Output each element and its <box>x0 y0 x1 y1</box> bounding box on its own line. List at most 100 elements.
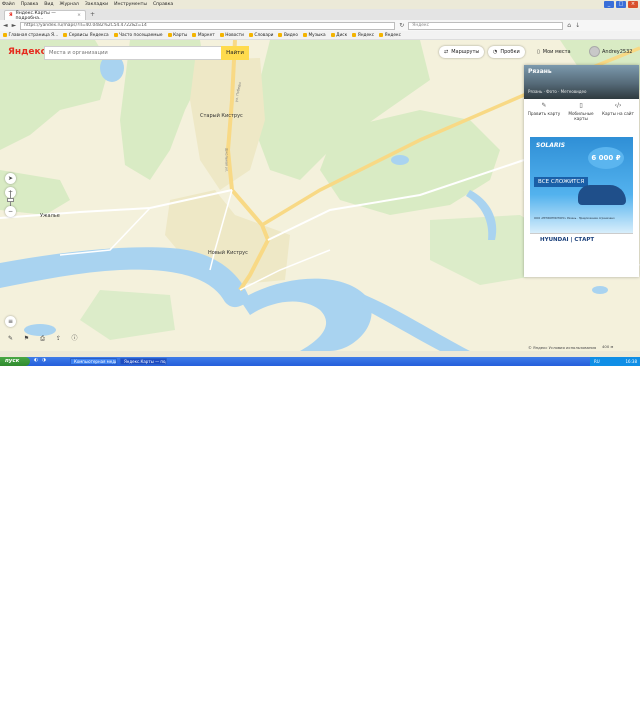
username: Andrey2532 <box>602 48 633 55</box>
routes-button[interactable]: ⇄ Маршруты <box>439 46 485 58</box>
minimize-button[interactable]: _ <box>604 1 614 8</box>
edit-map-link[interactable]: ✎ Править карту <box>526 102 562 116</box>
code-icon: ‹/› <box>614 102 622 109</box>
quick-launch-icon[interactable]: ◐ <box>34 358 38 363</box>
side-panel: Рязань Рязань · Фото · Метеовидео ✎ Прав… <box>524 65 639 277</box>
menu-history[interactable]: Журнал <box>60 2 79 7</box>
clock[interactable]: 16:38 <box>625 357 637 366</box>
map-canvas[interactable]: Старый Киструс Новый Киструс Ужалье Школ… <box>0 40 640 351</box>
bookmark-icon <box>219 33 224 37</box>
taskbar: пуск ◐ ◑ Компьютерная медици... Яндекс.К… <box>0 357 640 725</box>
bookmark-item[interactable]: Новости <box>219 33 244 38</box>
ad-price: 6 000 ₽ <box>588 147 624 169</box>
mobile-maps-link[interactable]: ▯ Мобильные карты <box>563 102 599 121</box>
menu-view[interactable]: Вид <box>44 2 53 7</box>
zoom-out-button[interactable]: − <box>5 206 16 217</box>
bookmark-icon <box>352 33 357 37</box>
bookmark-icon <box>278 33 283 37</box>
bookmark-item[interactable]: Словари <box>248 33 273 38</box>
yandex-logo[interactable]: Яндекс <box>8 47 46 57</box>
start-button[interactable]: пуск <box>0 357 30 366</box>
panel-tools: ✎ Править карту ▯ Мобильные карты ‹/› Ка… <box>524 102 639 128</box>
ruler-icon[interactable]: ✎ <box>5 333 16 344</box>
close-window-button[interactable]: × <box>628 1 638 8</box>
system-tray: RU 16:38 <box>590 357 640 366</box>
reload-icon[interactable]: ↻ <box>399 22 404 29</box>
maximize-button[interactable]: □ <box>616 1 626 8</box>
menu-help[interactable]: Справка <box>153 2 173 7</box>
locate-icon[interactable]: ➤ <box>5 173 16 184</box>
tab-bar: Я Яндекс.Карты — подробна... × + <box>0 9 640 21</box>
bookmark-item[interactable]: Яндекс <box>379 33 401 38</box>
zoom-handle[interactable] <box>7 198 14 202</box>
map-search-box: Найти <box>44 46 249 60</box>
route-icon: ⇄ <box>444 49 449 55</box>
web-search-field[interactable]: Яндекс <box>408 21 564 30</box>
bookmark-icon <box>248 33 253 37</box>
bookmark-icon <box>167 33 172 37</box>
bookmark-item[interactable]: Часто посещаемые <box>113 33 163 38</box>
navigation-bar: ◄ ► https://yandex.ru/maps/?ll=40.0482%2… <box>0 20 640 31</box>
edit-icon: ✎ <box>541 102 547 109</box>
ad-model: SOLARIS <box>536 142 566 149</box>
menu-edit[interactable]: Правка <box>21 2 38 7</box>
bookmark-item[interactable]: Видео <box>278 33 298 38</box>
my-places-button[interactable]: ▯ Мои места <box>532 46 576 58</box>
route-icon[interactable]: ⚑ <box>21 333 32 344</box>
watermark: BusinessesForSale <box>320 709 485 725</box>
tab-yandex-maps[interactable]: Я Яндекс.Карты — подробна... × <box>4 10 86 21</box>
bookmarks-bar: Главная страница Я... Сервисы Яндекса Ча… <box>0 31 640 40</box>
bookmark-item[interactable]: Яндекс <box>352 33 374 38</box>
home-icon[interactable]: ⌂ <box>567 22 571 29</box>
ad-fine-print: ООО «РЕГИОНМОТОРС» Рязань · Предложение … <box>534 217 615 220</box>
new-tab-icon[interactable]: + <box>90 11 95 18</box>
ad-brand[interactable]: HYUNDAI | СТАРТ <box>530 233 633 245</box>
download-icon[interactable]: ↓ <box>575 22 580 29</box>
menu-bar: Файл Правка Вид Журнал Закладки Инструме… <box>0 0 640 9</box>
place-label-uzhalye[interactable]: Ужалье <box>40 213 60 219</box>
bookmark-icon <box>192 33 197 37</box>
address-field[interactable]: https://yandex.ru/maps/?ll=40.0482%2C54.… <box>20 21 396 30</box>
advertisement-banner[interactable]: SOLARIS 6 000 ₽ ВСЕ СЛОЖИТСЯ ООО «РЕГИОН… <box>530 137 633 233</box>
bookmark-item[interactable]: Музыка <box>302 33 326 38</box>
print-icon[interactable]: ⎙ <box>37 333 48 344</box>
bookmark-icon: ▯ <box>537 49 540 55</box>
menu-tools[interactable]: Инструменты <box>114 2 147 7</box>
copyright[interactable]: © Яндекс Условия использования <box>528 345 596 350</box>
quick-launch-icon[interactable]: ◑ <box>42 358 46 363</box>
taskbar-item-active[interactable]: Яндекс.Карты — подр... <box>120 358 167 365</box>
yandex-favicon-icon: Я <box>9 13 13 18</box>
bookmark-item[interactable]: Сервисы Яндекса <box>63 33 109 38</box>
bookmark-item[interactable]: Диск <box>330 33 347 38</box>
street-label: Школьная ул. <box>224 147 229 173</box>
place-label-stary-kistrus[interactable]: Старый Киструс <box>200 113 243 119</box>
bookmark-icon <box>330 33 335 37</box>
place-label-novy-kistrus[interactable]: Новый Киструс <box>208 250 248 256</box>
bookmark-icon <box>3 33 7 37</box>
layers-icon[interactable]: ≡ <box>5 316 16 327</box>
menu-file[interactable]: Файл <box>2 2 15 7</box>
scale-bar: 400 м <box>602 344 614 349</box>
tab-close-icon[interactable]: × <box>77 13 81 18</box>
language-indicator[interactable]: RU <box>594 359 600 364</box>
bookmark-icon <box>302 33 307 37</box>
user-menu[interactable]: Andrey2532 <box>589 46 632 57</box>
find-button[interactable]: Найти <box>221 46 249 60</box>
forward-arrow-icon[interactable]: ► <box>12 22 17 29</box>
map-search-input[interactable] <box>45 47 215 59</box>
share-icon[interactable]: ⇪ <box>53 333 64 344</box>
mobile-icon: ▯ <box>579 102 583 109</box>
car-image <box>578 185 626 205</box>
bookmark-item[interactable]: Главная страница Я... <box>3 33 58 38</box>
maps-for-site-link[interactable]: ‹/› Карты на сайт <box>600 102 636 116</box>
bookmark-item[interactable]: Карты <box>167 33 187 38</box>
bookmark-icon <box>113 33 118 37</box>
info-icon[interactable]: ⓘ <box>69 333 80 344</box>
menu-bookmarks[interactable]: Закладки <box>85 2 108 7</box>
city-weather-card[interactable]: Рязань Рязань · Фото · Метеовидео <box>524 65 639 99</box>
taskbar-item[interactable]: Компьютерная медици... <box>70 358 117 365</box>
bookmark-icon <box>63 33 68 37</box>
bookmark-item[interactable]: Маркет <box>192 33 215 38</box>
traffic-button[interactable]: ◔ Пробки <box>488 46 525 58</box>
back-arrow-icon[interactable]: ◄ <box>3 22 8 29</box>
